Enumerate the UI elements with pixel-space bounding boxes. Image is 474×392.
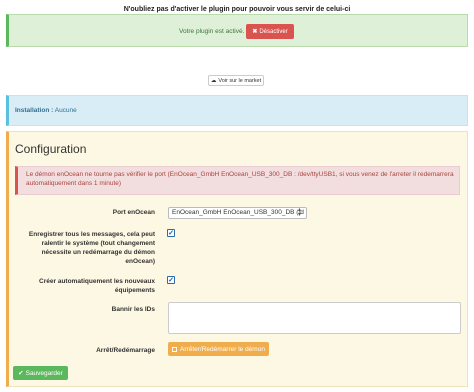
cloud-icon: ☁ [210, 77, 217, 84]
configuration-title: Configuration [15, 142, 87, 156]
log-all-label: Enregistrer tous les messages, cela peut… [28, 231, 155, 265]
installation-label: Installation : [15, 107, 54, 114]
restart-daemon-button[interactable]: Arrêter/Redémarrer le démon [168, 342, 269, 356]
start-stop-label: Arrêt/Redémarrage [96, 347, 155, 354]
ban-ids-textarea[interactable] [168, 302, 461, 334]
close-icon: ✖ [252, 29, 258, 35]
ban-ids-label: Bannir les IDs [111, 306, 155, 313]
view-on-market-button[interactable]: ☁ Voir sur le market [208, 75, 264, 86]
plugin-status-text: Votre plugin est activé. [179, 28, 245, 35]
port-label: Port enOcean [112, 209, 155, 216]
stop-icon [172, 346, 178, 352]
auto-create-checkbox[interactable]: ✓ [167, 276, 175, 284]
log-all-checkbox[interactable]: ✓ [167, 229, 175, 237]
deactivate-label: Désactiver [259, 28, 288, 35]
port-select[interactable]: EnOcean_GmbH EnOcean_USB_300_DB (/d [168, 207, 307, 219]
auto-create-label: Créer automatiquement les nouveaux équip… [39, 278, 155, 294]
check-circle-icon: ✔ [18, 370, 24, 377]
select-arrows-icon: ▴ ▾ [298, 207, 302, 218]
daemon-warning: Le démon enOcean ne tourne pas vérifier … [15, 166, 460, 195]
activation-notice: N'oubliez pas d'activer le plugin pour p… [123, 6, 351, 13]
installation-info: Installation : Aucune [15, 107, 77, 114]
installation-value: Aucune [54, 107, 77, 114]
market-label: Voir sur le market [218, 77, 262, 84]
save-label: Sauvegarder [25, 369, 63, 377]
save-button[interactable]: ✔ Sauvegarder [13, 366, 68, 380]
deactivate-button[interactable]: ✖ Désactiver [246, 24, 294, 39]
restart-daemon-label: Arrêter/Redémarrer le démon [180, 345, 265, 353]
